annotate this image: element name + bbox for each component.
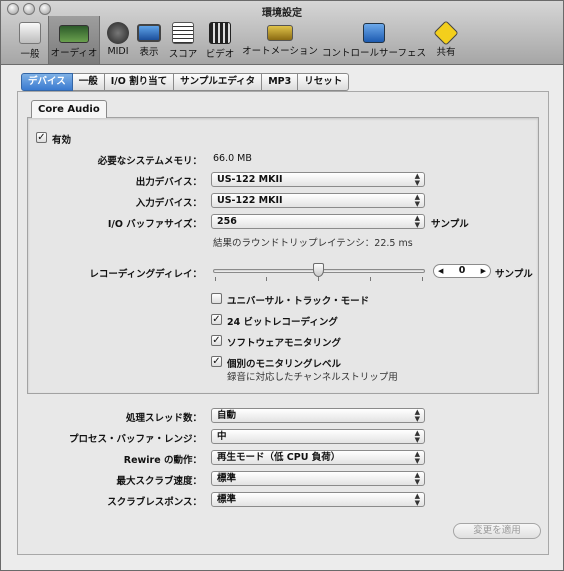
content-area: デバイス 一般 I/O 割り当て サンプルエディタ MP3 リセット Core …	[1, 66, 563, 570]
tab-sample-editor[interactable]: サンプルエディタ	[174, 73, 263, 91]
output-device-popup[interactable]: US-122 MKII ▲ ▼	[211, 172, 425, 187]
popup-arrows-icon: ▲ ▼	[414, 450, 420, 465]
24bit-recording-checkbox[interactable]: ✓	[211, 314, 222, 325]
buffer-range-label: プロセス・バッファ・レンジ：	[68, 434, 202, 445]
buffer-range-value: 中	[217, 431, 227, 442]
slider-knob[interactable]	[313, 263, 324, 277]
toolbar-display[interactable]: 表示	[135, 16, 163, 64]
popup-arrows-icon: ▲ ▼	[414, 408, 420, 423]
enabled-checkbox[interactable]: ✓	[36, 132, 47, 143]
apply-changes-button[interactable]: 変更を適用	[453, 523, 541, 539]
buffer-size-value: 256	[217, 216, 237, 227]
toolbar-sharing[interactable]: 共有	[431, 16, 461, 64]
scrub-response-value: 標準	[217, 494, 237, 505]
input-device-label: 入力デバイス：	[135, 198, 202, 209]
control-surface-icon	[363, 23, 385, 43]
popup-arrows-icon: ▲ ▼	[414, 193, 420, 208]
input-device-popup[interactable]: US-122 MKII ▲ ▼	[211, 193, 425, 208]
buffer-size-popup[interactable]: 256 ▲ ▼	[211, 214, 425, 229]
title-bar: 環境設定 一般 オーディオ MIDI 表示 スコア ビデオ オートメーション コ…	[1, 1, 563, 65]
popup-arrows-icon: ▲ ▼	[414, 172, 420, 187]
toolbar-score[interactable]: スコア	[167, 16, 199, 64]
toolbar-midi[interactable]: MIDI	[103, 16, 133, 64]
popup-arrows-icon: ▲ ▼	[414, 214, 420, 229]
output-device-value: US-122 MKII	[217, 174, 283, 185]
tab-core-audio[interactable]: Core Audio	[31, 100, 107, 118]
preferences-window: 環境設定 一般 オーディオ MIDI 表示 スコア ビデオ オートメーション コ…	[0, 0, 564, 571]
slider-tick	[318, 277, 319, 281]
rewire-popup[interactable]: 再生モード（低 CPU 負荷） ▲ ▼	[211, 450, 425, 465]
scrub-response-label: スクラブレスポンス：	[107, 497, 202, 508]
scrub-response-popup[interactable]: 標準 ▲ ▼	[211, 492, 425, 507]
tab-general[interactable]: 一般	[72, 73, 105, 91]
buffer-size-label: I/O バッファサイズ：	[107, 219, 202, 230]
memory-value: 66.0 MB	[213, 153, 252, 164]
threads-label: 処理スレッド数：	[125, 413, 202, 424]
independent-monitoring-checkbox[interactable]: ✓	[211, 356, 222, 367]
slider-tick	[266, 277, 267, 281]
toolbar-audio[interactable]: オーディオ	[48, 16, 100, 64]
popup-arrows-icon: ▲ ▼	[414, 429, 420, 444]
toolbar-automation[interactable]: オートメーション	[242, 16, 318, 64]
rewire-value: 再生モード（低 CPU 負荷）	[217, 452, 341, 463]
universal-track-mode-checkbox[interactable]	[211, 293, 222, 304]
threads-value: 自動	[217, 410, 237, 421]
24bit-recording-label: 24 ビットレコーディング	[227, 317, 338, 328]
software-monitoring-checkbox[interactable]: ✓	[211, 335, 222, 346]
scrub-speed-value: 標準	[217, 473, 237, 484]
popup-arrows-icon: ▲ ▼	[414, 471, 420, 486]
slider-tick	[422, 277, 423, 281]
tab-devices[interactable]: デバイス	[21, 73, 73, 91]
slider-tick	[215, 277, 216, 281]
software-monitoring-label: ソフトウェアモニタリング	[227, 338, 342, 349]
recording-delay-unit: サンプル	[495, 269, 533, 280]
switch-icon	[19, 22, 41, 44]
recording-delay-label: レコーディングディレイ：	[89, 269, 202, 280]
audio-waveform-icon	[59, 25, 89, 43]
buffer-size-unit: サンプル	[431, 219, 469, 230]
monitoring-note: 録音に対応したチャンネルストリップ用	[227, 372, 398, 383]
tab-io-assignments[interactable]: I/O 割り当て	[104, 73, 175, 91]
midi-connector-icon	[107, 22, 129, 44]
rewire-label: Rewire の動作：	[123, 455, 202, 466]
toolbar-video[interactable]: ビデオ	[203, 16, 237, 64]
memory-label: 必要なシステムメモリ：	[97, 156, 202, 167]
tab-reset[interactable]: リセット	[298, 73, 350, 91]
increment-arrow-icon[interactable]: ▶	[481, 265, 486, 277]
tab-mp3[interactable]: MP3	[262, 73, 299, 91]
toolbar-control-surfaces[interactable]: コントロールサーフェス	[322, 16, 426, 64]
independent-monitoring-label: 個別のモニタリングレベル	[227, 359, 342, 370]
automation-icon	[267, 25, 293, 41]
threads-popup[interactable]: 自動 ▲ ▼	[211, 408, 425, 423]
display-icon	[137, 24, 161, 42]
film-icon	[209, 22, 231, 44]
input-device-value: US-122 MKII	[217, 195, 283, 206]
slider-tick	[370, 277, 371, 281]
buffer-range-popup[interactable]: 中 ▲ ▼	[211, 429, 425, 444]
scrub-speed-popup[interactable]: 標準 ▲ ▼	[211, 471, 425, 486]
score-icon	[172, 22, 194, 44]
latency-text: 結果のラウンドトリップレイテンシ：22.5 ms	[213, 238, 413, 249]
share-icon	[433, 20, 459, 46]
scrub-speed-label: 最大スクラブ速度：	[116, 476, 202, 487]
universal-track-mode-label: ユニバーサル・トラック・モード	[227, 296, 370, 307]
enabled-label: 有効	[52, 135, 72, 146]
popup-arrows-icon: ▲ ▼	[414, 492, 420, 507]
toolbar-general[interactable]: 一般	[11, 16, 49, 64]
recording-delay-stepper[interactable]: ◀ 0 ▶	[433, 264, 491, 278]
output-device-label: 出力デバイス：	[135, 177, 202, 188]
preference-tabs: デバイス 一般 I/O 割り当て サンプルエディタ MP3 リセット	[21, 73, 350, 92]
